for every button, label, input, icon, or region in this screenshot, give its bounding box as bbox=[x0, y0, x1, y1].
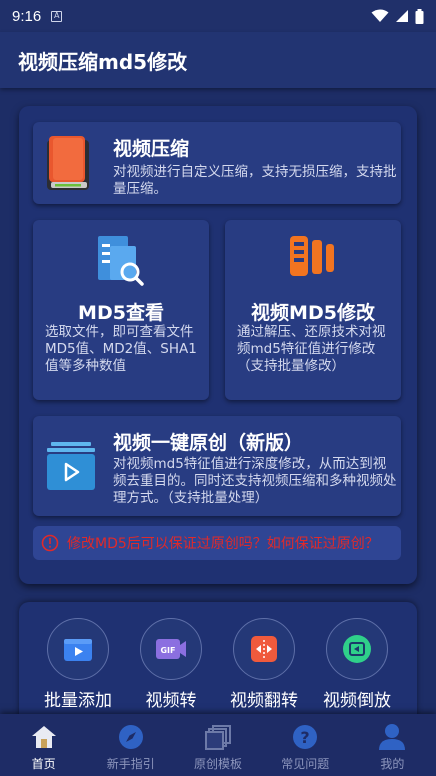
flip-icon bbox=[233, 618, 295, 680]
md5-view-desc: 选取文件，即可查看文件MD5值、MD2值、SHA1值等多种数值 bbox=[45, 324, 197, 374]
status-time: 9:16 bbox=[12, 7, 42, 25]
status-bar: 9:16 A bbox=[0, 0, 436, 32]
file-search-icon bbox=[33, 234, 209, 290]
nav-faq-label: 常见问题 bbox=[281, 757, 330, 771]
tools-panel: 批量添加 GIF 视频转 视频翻转 视频倒放 bbox=[19, 602, 417, 732]
nav-guide-label: 新手指引 bbox=[106, 757, 155, 771]
template-icon bbox=[204, 722, 232, 752]
one-click-original-card[interactable]: 视频一键原创（新版） 对视频md5特征值进行深度修改，从而达到视频去重目的。同时… bbox=[33, 416, 401, 516]
svg-text:GIF: GIF bbox=[160, 646, 175, 655]
md5-modify-card[interactable]: 视频MD5修改 通过解压、还原技术对视频md5特征值进行修改（支持批量修改） bbox=[225, 220, 401, 400]
nav-templates[interactable]: 原创模板 bbox=[174, 714, 261, 776]
md5-modify-desc: 通过解压、还原技术对视频md5特征值进行修改（支持批量修改） bbox=[237, 324, 386, 374]
compass-icon bbox=[118, 722, 144, 752]
video-add-icon bbox=[47, 618, 109, 680]
video-compress-desc: 对视频进行自定义压缩，支持无损压缩，支持批量压缩。 bbox=[113, 164, 397, 197]
video-compress-title: 视频压缩 bbox=[113, 138, 190, 160]
notification-icon: A bbox=[51, 10, 63, 22]
user-icon bbox=[378, 722, 406, 752]
film-strips-icon bbox=[225, 234, 401, 290]
nav-guide[interactable]: 新手指引 bbox=[87, 714, 174, 776]
question-icon: ? bbox=[292, 722, 318, 752]
nav-home-label: 首页 bbox=[31, 757, 56, 771]
page-title: 视频压缩md5修改 bbox=[18, 49, 188, 74]
signal-icon bbox=[396, 10, 408, 22]
warning-circle-icon bbox=[41, 534, 59, 552]
feature-panel: 视频压缩 对视频进行自定义压缩，支持无损压缩，支持批量压缩。 MD5查看 选取文… bbox=[19, 106, 417, 584]
nav-home[interactable]: 首页 bbox=[0, 714, 87, 776]
md5-modify-title: 视频MD5修改 bbox=[251, 302, 375, 324]
notice-text: 修改MD5后可以保证过原创吗？如何保证过原创？ bbox=[67, 536, 379, 552]
video-compress-card[interactable]: 视频压缩 对视频进行自定义压缩，支持无损压缩，支持批量压缩。 bbox=[33, 122, 401, 204]
nav-profile[interactable]: 我的 bbox=[349, 714, 436, 776]
tool-video-reverse[interactable]: 视频倒放 bbox=[312, 618, 402, 712]
nav-profile-label: 我的 bbox=[380, 757, 405, 771]
reverse-icon bbox=[326, 618, 388, 680]
svg-text:?: ? bbox=[301, 728, 310, 747]
book-icon bbox=[45, 134, 91, 194]
nav-faq[interactable]: ? 常见问题 bbox=[262, 714, 349, 776]
wifi-icon bbox=[371, 9, 389, 22]
faq-notice-link[interactable]: 修改MD5后可以保证过原创吗？如何保证过原创？ bbox=[33, 526, 401, 560]
md5-view-card[interactable]: MD5查看 选取文件，即可查看文件MD5值、MD2值、SHA1值等多种数值 bbox=[33, 220, 209, 400]
gif-icon: GIF bbox=[140, 618, 202, 680]
battery-icon bbox=[415, 8, 424, 24]
tool-batch-add[interactable]: 批量添加 bbox=[33, 618, 123, 712]
nav-templates-label: 原创模板 bbox=[194, 757, 243, 771]
one-click-original-desc: 对视频md5特征值进行深度修改，从而达到视频去重目的。同时还支持视频压缩和多种视… bbox=[113, 456, 397, 506]
tool-video-convert[interactable]: GIF 视频转 bbox=[126, 618, 216, 712]
tool-video-convert-label: 视频转 bbox=[145, 691, 197, 711]
tool-video-flip-label: 视频翻转 bbox=[230, 691, 298, 711]
bottom-nav: 首页 新手指引 原创模板 ? 常见问题 我的 bbox=[0, 714, 436, 776]
app-bar: 视频压缩md5修改 bbox=[0, 32, 436, 88]
md5-view-title: MD5查看 bbox=[78, 302, 164, 324]
tool-video-flip[interactable]: 视频翻转 bbox=[219, 618, 309, 712]
home-icon bbox=[30, 722, 58, 752]
one-click-original-title: 视频一键原创（新版） bbox=[113, 432, 304, 454]
tool-video-reverse-label: 视频倒放 bbox=[323, 691, 391, 711]
video-play-icon bbox=[45, 440, 97, 492]
tool-batch-add-label: 批量添加 bbox=[44, 691, 112, 711]
